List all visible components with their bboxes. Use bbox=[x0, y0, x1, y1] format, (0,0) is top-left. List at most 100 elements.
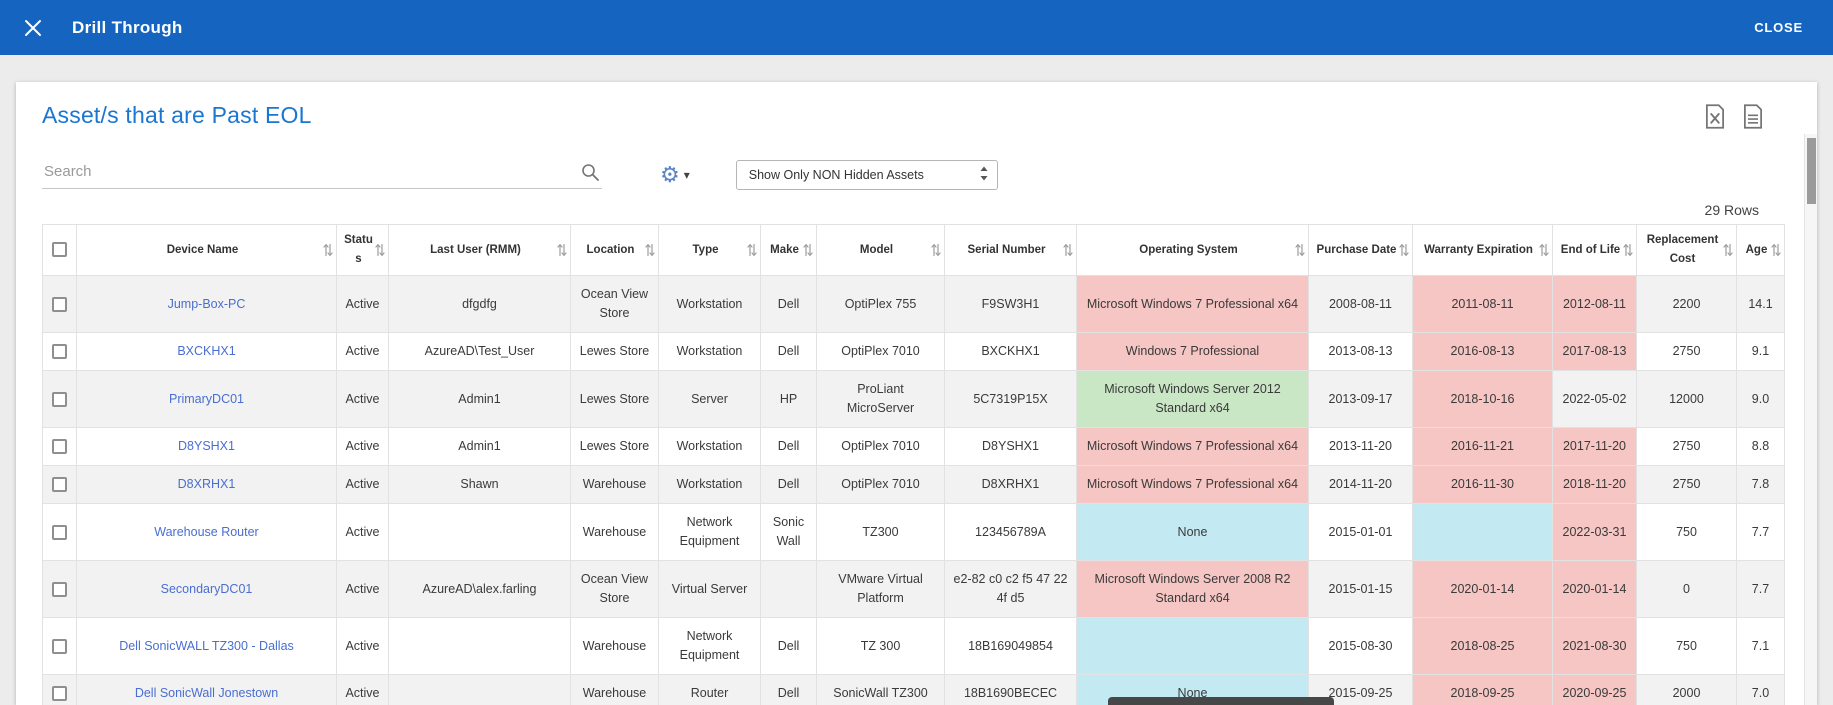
cell-model: VMware Virtual Platform bbox=[816, 560, 945, 618]
close-button[interactable]: CLOSE bbox=[1748, 19, 1809, 36]
col-header-replacement-cost[interactable]: Replacement Cost bbox=[1636, 224, 1737, 276]
cell-last-user-rmm bbox=[388, 617, 571, 675]
cell-type: Network Equipment bbox=[658, 617, 761, 675]
row-select-cell bbox=[42, 617, 77, 675]
cell-end-of-life: 2020-01-14 bbox=[1552, 560, 1637, 618]
cell-replacement-cost: 750 bbox=[1636, 503, 1737, 561]
cell-device-name: Jump-Box-PC bbox=[76, 275, 337, 333]
vertical-scrollbar[interactable] bbox=[1804, 134, 1817, 705]
export-document-icon[interactable] bbox=[1743, 104, 1763, 134]
col-header-label: Model bbox=[859, 243, 894, 256]
col-header-location[interactable]: Location bbox=[570, 224, 659, 276]
col-header-serial-number[interactable]: Serial Number bbox=[944, 224, 1077, 276]
row-checkbox[interactable] bbox=[52, 638, 67, 654]
row-select-cell bbox=[42, 370, 77, 428]
row-checkbox[interactable] bbox=[52, 296, 67, 312]
sort-icon[interactable] bbox=[1539, 243, 1549, 257]
device-link[interactable]: Jump-Box-PC bbox=[168, 297, 246, 311]
sort-icon[interactable] bbox=[1623, 243, 1633, 257]
col-header-warranty-expiration[interactable]: Warranty Expiration bbox=[1412, 224, 1553, 276]
col-header-age[interactable]: Age bbox=[1736, 224, 1785, 276]
col-header-status[interactable]: Status bbox=[336, 224, 389, 276]
device-link[interactable]: Dell SonicWALL TZ300 - Dallas bbox=[119, 639, 294, 653]
cell-location: Ocean View Store bbox=[570, 560, 659, 618]
sort-icon[interactable] bbox=[375, 243, 385, 257]
row-checkbox[interactable] bbox=[52, 581, 67, 597]
row-select-cell bbox=[42, 465, 77, 504]
cell-device-name: PrimaryDC01 bbox=[76, 370, 337, 428]
cell-purchase-date: 2008-08-11 bbox=[1308, 275, 1413, 333]
row-checkbox[interactable] bbox=[52, 344, 67, 360]
select-all-checkbox[interactable] bbox=[52, 241, 67, 257]
device-link[interactable]: PrimaryDC01 bbox=[169, 392, 244, 406]
sort-icon[interactable] bbox=[1723, 243, 1733, 257]
cell-model: SonicWall TZ300 bbox=[816, 674, 945, 705]
drill-through-titlebar: Drill Through CLOSE bbox=[0, 0, 1833, 55]
row-checkbox[interactable] bbox=[52, 439, 67, 455]
cell-make: Dell bbox=[760, 617, 817, 675]
row-select-cell bbox=[42, 275, 77, 333]
cell-make: HP bbox=[760, 370, 817, 428]
dropdown-selected-value: Show Only NON Hidden Assets bbox=[748, 168, 924, 182]
sort-icon[interactable] bbox=[323, 243, 333, 257]
sort-icon[interactable] bbox=[1063, 243, 1073, 257]
cell-age: 9.0 bbox=[1736, 370, 1785, 428]
table-row: PrimaryDC01 Active Admin1 Lewes Store Server… bbox=[42, 370, 1785, 428]
col-header-last-user-rmm[interactable]: Last User (RMM) bbox=[388, 224, 571, 276]
export-excel-icon[interactable] bbox=[1705, 104, 1725, 134]
cell-location: Warehouse bbox=[570, 617, 659, 675]
row-checkbox[interactable] bbox=[52, 686, 67, 702]
col-header-device-name[interactable]: Device Name bbox=[76, 224, 337, 276]
hidden-assets-dropdown[interactable]: Show Only NON Hidden Assets bbox=[735, 160, 998, 190]
device-link[interactable]: BXCKHX1 bbox=[177, 344, 235, 358]
device-link[interactable]: Warehouse Router bbox=[154, 525, 258, 539]
col-header-label: Warranty Expiration bbox=[1424, 243, 1533, 256]
sort-icon[interactable] bbox=[803, 243, 813, 257]
cell-serial-number: e2-82 c0 c2 f5 47 22 4f d5 bbox=[944, 560, 1077, 618]
col-header-label: Replacement Cost bbox=[1646, 234, 1719, 265]
col-header-make[interactable]: Make bbox=[760, 224, 817, 276]
col-header-type[interactable]: Type bbox=[658, 224, 761, 276]
cell-end-of-life: 2017-08-13 bbox=[1552, 332, 1637, 371]
caret-down-icon: ▾ bbox=[683, 168, 690, 182]
col-header-end-of-life[interactable]: End of Life bbox=[1552, 224, 1637, 276]
cell-replacement-cost: 2000 bbox=[1636, 674, 1737, 705]
cell-type: Workstation bbox=[658, 427, 761, 466]
sort-icon[interactable] bbox=[1771, 243, 1781, 257]
device-link[interactable]: SecondaryDC01 bbox=[161, 582, 253, 596]
table-row: D8XRHX1 Active Shawn Warehouse Workstation De… bbox=[42, 465, 1785, 504]
cell-end-of-life: 2020-09-25 bbox=[1552, 674, 1637, 705]
sort-icon[interactable] bbox=[1295, 243, 1305, 257]
cell-operating-system: Microsoft Windows 7 Professional x64 bbox=[1076, 275, 1309, 333]
sort-icon[interactable] bbox=[747, 243, 757, 257]
row-checkbox[interactable] bbox=[52, 524, 67, 540]
table-row: SecondaryDC01 Active AzureAD\alex.farling O… bbox=[42, 560, 1785, 618]
search-input[interactable] bbox=[42, 161, 572, 181]
sort-icon[interactable] bbox=[1399, 243, 1409, 257]
table-row: Jump-Box-PC Active dfgdfg Ocean View Store W… bbox=[42, 275, 1785, 333]
cell-make bbox=[760, 560, 817, 618]
sort-icon[interactable] bbox=[931, 243, 941, 257]
search-icon[interactable] bbox=[580, 162, 600, 187]
select-all-header[interactable] bbox=[42, 224, 77, 276]
cell-age: 7.7 bbox=[1736, 503, 1785, 561]
vertical-scrollbar-thumb[interactable] bbox=[1807, 138, 1816, 204]
cell-make: SonicWall bbox=[760, 503, 817, 561]
row-checkbox[interactable] bbox=[52, 391, 67, 407]
horizontal-scrollbar-thumb[interactable] bbox=[1108, 697, 1334, 705]
row-checkbox[interactable] bbox=[52, 477, 67, 493]
search-field[interactable] bbox=[42, 161, 602, 189]
col-header-purchase-date[interactable]: Purchase Date bbox=[1308, 224, 1413, 276]
col-header-model[interactable]: Model bbox=[816, 224, 945, 276]
device-link[interactable]: Dell SonicWall Jonestown bbox=[135, 686, 278, 700]
sort-icon[interactable] bbox=[645, 243, 655, 257]
cell-make: Dell bbox=[760, 332, 817, 371]
device-link[interactable]: D8YSHX1 bbox=[178, 439, 235, 453]
cell-last-user-rmm: Admin1 bbox=[388, 427, 571, 466]
sort-icon[interactable] bbox=[557, 243, 567, 257]
settings-gear-button[interactable]: ⚙ ▾ bbox=[660, 164, 690, 186]
close-x-icon[interactable] bbox=[24, 19, 42, 37]
cell-device-name: Dell SonicWall Jonestown bbox=[76, 674, 337, 705]
col-header-operating-system[interactable]: Operating System bbox=[1076, 224, 1309, 276]
device-link[interactable]: D8XRHX1 bbox=[178, 477, 236, 491]
